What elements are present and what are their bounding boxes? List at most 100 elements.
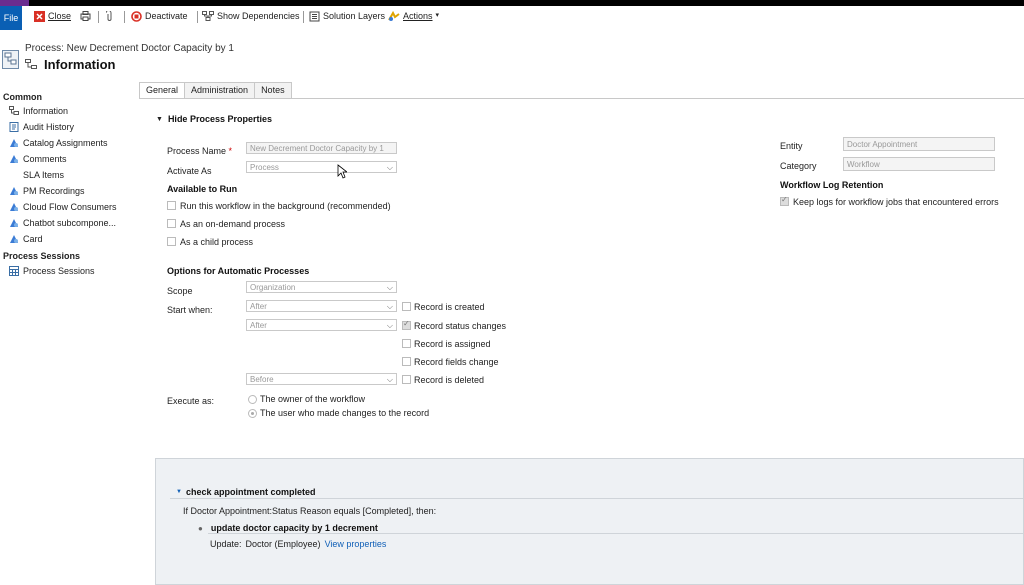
page-title: Information xyxy=(44,57,116,72)
execute-owner-radio[interactable] xyxy=(248,395,257,404)
tab-administration[interactable]: Administration xyxy=(184,82,256,98)
workflow-icon xyxy=(9,106,19,115)
entity-label: Entity xyxy=(780,141,803,151)
child-process-checkbox[interactable] xyxy=(167,237,176,246)
keep-logs-checkbox[interactable] xyxy=(780,195,789,206)
stage-title-row: ▼ check appointment completed xyxy=(176,487,315,497)
toolbar-separator xyxy=(124,11,125,23)
nav-item-comments[interactable]: Comments xyxy=(9,152,67,166)
record-fields-checkbox[interactable] xyxy=(402,357,411,366)
chevron-down-icon: ▾ xyxy=(435,12,440,19)
record-deleted-label: Record is deleted xyxy=(414,375,485,385)
nav-group-process-sessions: Process Sessions xyxy=(3,251,81,261)
start-when-status-select[interactable]: After ⌵ xyxy=(246,319,397,331)
scope-label: Scope xyxy=(167,286,193,296)
step-detail-row: Update: Doctor (Employee) View propertie… xyxy=(210,539,386,549)
category-field[interactable]: Workflow xyxy=(843,157,995,171)
nav-item-catalog-assignments[interactable]: Catalog Assignments xyxy=(9,136,108,150)
tab-notes[interactable]: Notes xyxy=(254,82,292,98)
audit-history-icon xyxy=(9,122,19,132)
record-fields-label: Record fields change xyxy=(414,357,499,367)
start-when-deleted-select[interactable]: Before ⌵ xyxy=(246,373,397,385)
scope-select[interactable]: Organization ⌵ xyxy=(246,281,397,293)
solution-layers-label: Solution Layers xyxy=(323,11,386,21)
close-label: Close xyxy=(48,11,72,21)
actions-icon xyxy=(388,10,400,21)
entity-icon xyxy=(10,219,18,227)
execute-owner-label: The owner of the workflow xyxy=(260,394,366,404)
grid-icon xyxy=(9,266,19,276)
nav-item-audit-history[interactable]: Audit History xyxy=(9,120,74,134)
attach-button[interactable] xyxy=(106,6,113,26)
execute-user-radio[interactable] xyxy=(248,409,257,418)
required-icon: * xyxy=(228,146,233,156)
show-dependencies-button[interactable]: Show Dependencies xyxy=(202,6,300,26)
nav-item-pm-recordings[interactable]: PM Recordings xyxy=(9,184,85,198)
mouse-cursor-icon xyxy=(337,164,347,179)
deactivate-button[interactable]: Deactivate xyxy=(131,6,188,26)
chevron-down-icon: ⌵ xyxy=(386,375,393,384)
record-assigned-checkbox[interactable] xyxy=(402,339,411,348)
record-created-checkbox[interactable] xyxy=(402,302,411,311)
chevron-down-icon: ⌵ xyxy=(386,163,393,172)
view-properties-link[interactable]: View properties xyxy=(325,539,387,549)
toolbar-separator xyxy=(197,11,198,23)
nav-item-cloud-flow-consumers[interactable]: Cloud Flow Consumers xyxy=(9,200,117,214)
actions-menu[interactable]: Actions ▾ xyxy=(388,6,439,26)
entity-icon xyxy=(10,139,18,147)
log-retention-title: Workflow Log Retention xyxy=(780,180,884,190)
process-name-field[interactable]: New Decrement Doctor Capacity by 1 xyxy=(246,142,397,154)
toolbar-separator xyxy=(303,11,304,23)
close-icon xyxy=(34,10,45,22)
entity-icon xyxy=(10,155,18,163)
record-created-label: Record is created xyxy=(414,302,485,312)
keep-logs-label: Keep logs for workflow jobs that encount… xyxy=(793,197,999,207)
chevron-down-icon: ⌵ xyxy=(386,321,393,330)
nav-item-card[interactable]: Card xyxy=(9,232,43,246)
start-when-created-select[interactable]: After ⌵ xyxy=(246,300,397,312)
activate-as-label: Activate As xyxy=(167,166,212,176)
chevron-down-icon: ⌵ xyxy=(386,302,393,311)
blank-icon xyxy=(9,170,19,180)
process-name-label-text: Process Name xyxy=(167,146,227,156)
start-when-value: After xyxy=(250,321,267,330)
activate-as-value: Process xyxy=(250,163,279,172)
stage-title: check appointment completed xyxy=(185,487,316,497)
child-process-label: As a child process xyxy=(180,237,254,247)
record-status-checkbox[interactable] xyxy=(402,319,411,330)
record-deleted-checkbox[interactable] xyxy=(402,375,411,384)
close-button[interactable]: Close xyxy=(34,6,71,26)
scope-value: Organization xyxy=(250,283,296,292)
on-demand-label: As an on-demand process xyxy=(180,219,286,229)
nav-item-label: Comments xyxy=(23,154,67,164)
left-navigation: Common Information Audit History Catalog… xyxy=(0,86,132,585)
category-label: Category xyxy=(780,161,817,171)
layers-icon xyxy=(309,11,320,21)
nav-item-process-sessions[interactable]: Process Sessions xyxy=(9,264,95,278)
activate-as-select[interactable]: Process ⌵ xyxy=(246,161,397,173)
update-label: Update: xyxy=(210,539,242,549)
deactivate-icon xyxy=(131,10,142,22)
entity-field[interactable]: Doctor Appointment xyxy=(843,137,995,151)
nav-item-label: PM Recordings xyxy=(23,186,85,196)
step-title: update doctor capacity by 1 decrement xyxy=(210,523,378,533)
run-background-checkbox[interactable] xyxy=(167,201,176,210)
update-target: Doctor (Employee) xyxy=(245,539,321,549)
print-button[interactable] xyxy=(80,6,91,26)
chevron-down-icon: ⌵ xyxy=(386,283,393,292)
process-name-label: Process Name * xyxy=(167,146,232,156)
process-entity-icon xyxy=(2,50,19,69)
nav-item-label: Catalog Assignments xyxy=(23,138,108,148)
solution-layers-button[interactable]: Solution Layers xyxy=(309,6,385,26)
show-dependencies-label: Show Dependencies xyxy=(217,11,300,21)
file-button[interactable]: File xyxy=(0,6,22,30)
tab-general[interactable]: General xyxy=(139,82,186,98)
nav-item-chatbot-subcomponents[interactable]: Chatbot subcompone... xyxy=(9,216,116,230)
hide-process-properties-toggle[interactable]: ▼ Hide Process Properties xyxy=(156,114,272,124)
nav-item-information[interactable]: Information xyxy=(9,104,68,118)
nav-group-common: Common xyxy=(3,92,42,102)
step-title-row: ● update doctor capacity by 1 decrement xyxy=(198,523,378,533)
on-demand-checkbox[interactable] xyxy=(167,219,176,228)
nav-item-sla-items[interactable]: SLA Items xyxy=(9,168,64,182)
record-assigned-label: Record is assigned xyxy=(414,339,491,349)
